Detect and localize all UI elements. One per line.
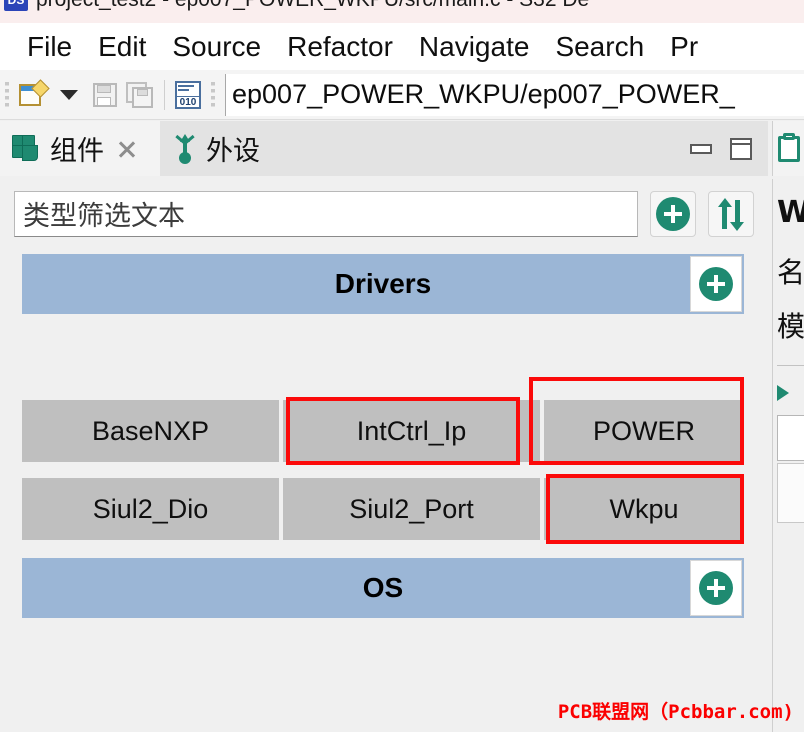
component-tile-siul2-dio-label: Siul2_Dio <box>92 493 209 524</box>
menu-item-refactor[interactable]: Refactor <box>274 31 406 63</box>
group-header-drivers[interactable]: Drivers <box>22 254 744 314</box>
right-panel-heading: W <box>777 195 804 230</box>
right-panel-group <box>777 463 804 523</box>
save-all-icon <box>126 81 156 108</box>
add-circle-icon <box>699 571 733 605</box>
right-panel-body: W 名 模 <box>772 179 804 732</box>
toolbar-grip[interactable] <box>3 80 12 110</box>
filter-input[interactable]: 类型筛选文本 <box>14 190 638 237</box>
group-header-os[interactable]: OS <box>22 558 744 618</box>
title-bar: DS project_test2 - ep007_POWER_WKPU/src/… <box>0 0 804 23</box>
component-tree: MCAL Drivers BaseNXP IntCtrl_Ip POWER <box>10 254 758 724</box>
right-panel-divider <box>777 365 804 366</box>
group-header-os-label: OS <box>362 572 404 603</box>
menu-item-file[interactable]: File <box>14 31 85 63</box>
binary-file-button[interactable]: 010 <box>170 77 206 113</box>
save-icon <box>92 82 118 108</box>
editor-path-value: ep007_POWER_WKPU/ep007_POWER_ <box>232 79 735 109</box>
menu-item-project[interactable]: Pr <box>657 31 711 63</box>
component-tile-siul2-port[interactable]: Siul2_Port <box>283 478 540 540</box>
view-controls <box>690 121 752 176</box>
menu-bar: File Edit Source Refactor Navigate Searc… <box>0 23 804 70</box>
add-circle-icon <box>656 196 690 231</box>
add-circle-icon <box>699 267 733 301</box>
filter-row: 类型筛选文本 <box>0 176 768 251</box>
components-view: 组件 外设 类型筛选文本 Drivers BaseNXP IntCtrl_Ip … <box>0 121 768 732</box>
tab-peripherals-label: 外设 <box>206 136 260 167</box>
right-panel-field[interactable] <box>777 415 804 461</box>
component-tile-wkpu-label: Wkpu <box>609 493 679 524</box>
watermark: PCB联盟网（Pcbbar.com) <box>557 701 794 723</box>
filter-input-placeholder: 类型筛选文本 <box>23 201 185 232</box>
save-button[interactable] <box>87 77 123 113</box>
binary-file-icon: 010 <box>175 80 201 109</box>
app-icon: DS <box>4 0 28 11</box>
toolbar: 010 ep007_POWER_WKPU/ep007_POWER_ <box>0 70 804 120</box>
components-icon <box>12 134 42 163</box>
toolbar-separator <box>164 79 165 110</box>
component-tile-basenxp-label: BaseNXP <box>91 415 210 446</box>
minimize-icon[interactable] <box>690 143 712 154</box>
menu-item-search[interactable]: Search <box>542 31 657 63</box>
peripherals-usb-icon <box>172 133 198 164</box>
menu-item-source[interactable]: Source <box>159 31 274 63</box>
component-tile-siul2-dio[interactable]: Siul2_Dio <box>22 478 279 540</box>
chevron-right-icon[interactable] <box>777 385 789 401</box>
editor-path-field[interactable]: ep007_POWER_WKPU/ep007_POWER_ <box>225 73 804 116</box>
component-tile-wkpu[interactable]: Wkpu <box>544 478 744 540</box>
new-file-icon <box>19 78 50 108</box>
view-tab-bar: 组件 外设 <box>0 121 768 176</box>
sort-arrows-icon <box>715 197 747 231</box>
binary-file-icon-label: 010 <box>177 95 199 108</box>
component-tile-power-label: POWER <box>592 415 695 446</box>
menu-item-edit[interactable]: Edit <box>85 31 159 63</box>
right-properties-panel: W 名 模 <box>772 121 804 732</box>
tab-components[interactable]: 组件 <box>0 121 160 176</box>
component-tile-intctrl-ip-label: IntCtrl_Ip <box>356 415 467 446</box>
application-window: DS project_test2 - ep007_POWER_WKPU/src/… <box>0 0 804 732</box>
toolbar-grip-2[interactable] <box>209 80 218 110</box>
right-panel-tab[interactable] <box>772 121 804 176</box>
tab-components-label: 组件 <box>50 136 104 167</box>
component-tile-intctrl-ip[interactable]: IntCtrl_Ip <box>283 400 540 462</box>
group-add-os-button[interactable] <box>690 560 742 616</box>
clipboard-icon <box>777 132 800 162</box>
chevron-down-icon <box>60 89 78 100</box>
component-tile-power[interactable]: POWER <box>544 400 744 462</box>
save-all-button[interactable] <box>123 77 159 113</box>
menu-item-navigate[interactable]: Navigate <box>406 31 543 63</box>
component-tile-basenxp[interactable]: BaseNXP <box>22 400 279 462</box>
group-add-drivers-button[interactable] <box>690 256 742 312</box>
add-component-button[interactable] <box>650 190 696 237</box>
new-file-dropdown-button[interactable] <box>51 77 87 113</box>
new-file-button[interactable] <box>15 77 51 113</box>
component-tile-siul2-port-label: Siul2_Port <box>349 493 474 524</box>
sort-button[interactable] <box>708 190 754 237</box>
close-icon[interactable] <box>116 138 138 160</box>
right-panel-row-name: 名 <box>777 256 804 289</box>
right-panel-row-mode: 模 <box>777 310 804 343</box>
window-title: project_test2 - ep007_POWER_WKPU/src/mai… <box>36 0 589 12</box>
tab-peripherals[interactable]: 外设 <box>160 121 310 176</box>
maximize-icon[interactable] <box>730 137 752 160</box>
group-header-drivers-label: Drivers <box>334 268 432 299</box>
